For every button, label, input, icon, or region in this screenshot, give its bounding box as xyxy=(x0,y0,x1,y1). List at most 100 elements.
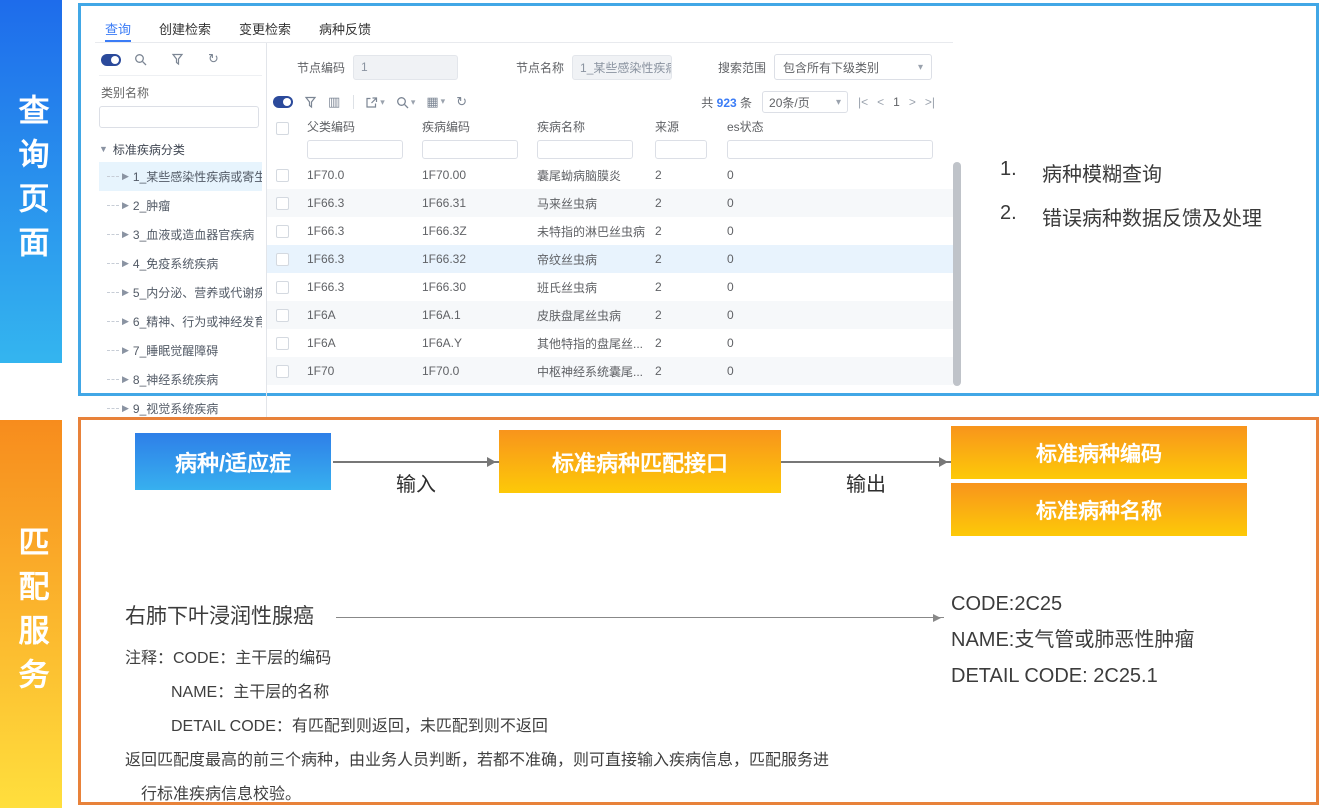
select-all-checkbox[interactable] xyxy=(276,122,289,135)
arrow-line xyxy=(333,461,499,463)
chevron-down-icon: ▾ xyxy=(836,97,841,108)
tree-item[interactable]: ▶ 1_某些感染性疾病或寄生 xyxy=(99,162,262,191)
last-page-button[interactable]: >| xyxy=(925,95,935,109)
chevron-collapsed-icon: ▶ xyxy=(122,287,129,298)
table-toolbar: ▥ ▾ ▾ ▦▾ ↻ xyxy=(267,89,953,115)
table-row[interactable]: 1F66.3 1F66.3Z 未特指的淋巴丝虫病 2 0 xyxy=(267,217,953,245)
search-scope-label: 搜索范围 xyxy=(718,59,766,76)
total-count: 共 923 条 xyxy=(701,94,752,111)
tree-connector xyxy=(107,379,119,380)
tree-connector xyxy=(107,263,119,264)
table-scrollbar[interactable] xyxy=(953,162,961,386)
result-pane: 节点编码 1 节点名称 1_某些感染性疾病... 搜索范围 包含所有下级类别 ▾ xyxy=(267,43,953,452)
query-section-panel: 查询 创建检索 变更检索 病种反馈 xyxy=(78,3,1319,396)
tab[interactable]: 变更检索 xyxy=(239,19,291,42)
table-row[interactable]: 1F6A 1F6A.Y 其他特指的盘尾丝... 2 0 xyxy=(267,329,953,357)
flow-input-arrow: 输入 xyxy=(333,450,499,497)
node-form: 节点编码 1 节点名称 1_某些感染性疾病... 搜索范围 包含所有下级类别 ▾ xyxy=(267,43,953,89)
tree-item[interactable]: ▶ 5_内分泌、营养或代谢疾 xyxy=(99,278,262,307)
table-header-row: 父类编码 疾病编码 疾病名称 来源 es状态 xyxy=(267,115,953,137)
tree-connector xyxy=(107,205,119,206)
caret-down-icon: ▾ xyxy=(411,97,416,108)
flow-output-arrow: 输出 xyxy=(781,450,951,497)
tree-item[interactable]: ▶ 7_睡眠觉醒障碍 xyxy=(99,336,262,365)
column-header: es状态 xyxy=(717,118,953,135)
chevron-collapsed-icon: ▶ xyxy=(122,403,129,414)
category-name-label: 类别名称 xyxy=(99,76,262,106)
source-filter-input[interactable] xyxy=(655,140,707,159)
tab[interactable]: 查询 xyxy=(105,19,131,42)
tab[interactable]: 创建检索 xyxy=(159,19,211,42)
refresh-icon[interactable]: ↻ xyxy=(208,52,219,67)
query-feature-notes: 1. 病种模糊查询 2. 错误病种数据反馈及处理 xyxy=(1000,158,1262,246)
row-checkbox[interactable] xyxy=(276,225,289,238)
tree-item[interactable]: ▶ 4_免疫系统疾病 xyxy=(99,249,262,278)
tree-connector xyxy=(107,321,119,322)
table-row[interactable]: 1F66.3 1F66.30 班氏丝虫病 2 0 xyxy=(267,273,953,301)
table-rows: 1F70.0 1F70.00 囊尾蚴病脑膜炎 2 0 1F66.3 xyxy=(267,161,953,385)
caret-down-icon: ▾ xyxy=(441,97,446,107)
arrow-line xyxy=(781,461,951,463)
tree-root-node[interactable]: ▼ 标准疾病分类 xyxy=(99,136,262,162)
page-size-select[interactable]: 20条/页 ▾ xyxy=(762,91,848,113)
note-line: NAME：主干层的名称 xyxy=(171,676,829,710)
feature-note: 2. 错误病种数据反馈及处理 xyxy=(1000,202,1262,231)
flow-service-box: 标准病种匹配接口 xyxy=(499,430,781,493)
tab-bar: 查询 创建检索 变更检索 病种反馈 xyxy=(95,10,953,43)
tree-item[interactable]: ▶ 8_神经系统疾病 xyxy=(99,365,262,394)
tree-connector xyxy=(107,292,119,293)
table-row[interactable]: 1F66.3 1F66.31 马来丝虫病 2 0 xyxy=(267,189,953,217)
row-checkbox[interactable] xyxy=(276,365,289,378)
tree-item[interactable]: ▶ 3_血液或造血器官疾病 xyxy=(99,220,262,249)
tree-item[interactable]: ▶ 2_肿瘤 xyxy=(99,191,262,220)
category-name-input[interactable] xyxy=(99,106,259,128)
search-icon[interactable] xyxy=(134,53,147,66)
row-checkbox[interactable] xyxy=(276,253,289,266)
toggle-icon[interactable] xyxy=(101,54,121,66)
note-line: 注释：CODE：主干层的编码 xyxy=(125,642,829,676)
refresh-icon[interactable]: ↻ xyxy=(456,95,467,110)
pagination: |< < 1 > >| xyxy=(858,95,935,109)
table-row[interactable]: 1F6A 1F6A.1 皮肤盘尾丝虫病 2 0 xyxy=(267,301,953,329)
filter-icon[interactable] xyxy=(304,96,317,109)
tree-connector xyxy=(107,408,119,409)
column-header: 疾病名称 xyxy=(527,118,645,135)
table-row[interactable]: 1F70.0 1F70.00 囊尾蚴病脑膜炎 2 0 xyxy=(267,161,953,189)
disease-name-filter-input[interactable] xyxy=(537,140,633,159)
next-page-button[interactable]: > xyxy=(909,95,916,109)
columns-icon[interactable]: ▥ xyxy=(328,95,340,110)
disease-table: 父类编码 疾病编码 疾病名称 来源 es状态 xyxy=(267,115,953,385)
flow-output-box: 标准病种编码 xyxy=(951,426,1247,479)
table-row[interactable]: 1F70 1F70.0 中枢神经系统囊尾... 2 0 xyxy=(267,357,953,385)
match-section-side-bar: 匹配服务 xyxy=(0,420,62,808)
chevron-collapsed-icon: ▶ xyxy=(122,171,129,182)
search-scope-select[interactable]: 包含所有下级类别 ▾ xyxy=(774,54,932,80)
current-page[interactable]: 1 xyxy=(893,95,900,109)
export-icon[interactable]: ▾ xyxy=(365,96,385,109)
chevron-collapsed-icon: ▶ xyxy=(122,374,129,385)
es-status-filter-input[interactable] xyxy=(727,140,933,159)
parent-code-filter-input[interactable] xyxy=(307,140,403,159)
tab[interactable]: 病种反馈 xyxy=(319,19,371,42)
grid-view-icon[interactable]: ▦▾ xyxy=(426,95,445,110)
row-checkbox[interactable] xyxy=(276,337,289,350)
row-checkbox[interactable] xyxy=(276,281,289,294)
row-checkbox[interactable] xyxy=(276,197,289,210)
disease-code-filter-input[interactable] xyxy=(422,140,518,159)
node-code-input[interactable]: 1 xyxy=(353,55,458,80)
tree-item[interactable]: ▶ 6_精神、行为或神经发育 xyxy=(99,307,262,336)
match-section-label: 匹配服务 xyxy=(16,526,47,702)
row-checkbox[interactable] xyxy=(276,309,289,322)
node-name-input[interactable]: 1_某些感染性疾病... xyxy=(572,55,672,80)
toolbar-divider xyxy=(353,95,354,109)
first-page-button[interactable]: |< xyxy=(858,95,868,109)
filter-icon[interactable] xyxy=(171,53,184,66)
example-query-text: 右肺下叶浸润性腺癌 xyxy=(125,600,314,630)
chevron-collapsed-icon: ▶ xyxy=(122,258,129,269)
table-row[interactable]: 1F66.3 1F66.32 帝纹丝虫病 2 0 xyxy=(267,245,953,273)
toggle-icon[interactable] xyxy=(273,96,293,108)
prev-page-button[interactable]: < xyxy=(877,95,884,109)
caret-down-icon: ▾ xyxy=(380,97,385,108)
zoom-search-icon[interactable]: ▾ xyxy=(396,96,416,109)
row-checkbox[interactable] xyxy=(276,169,289,182)
